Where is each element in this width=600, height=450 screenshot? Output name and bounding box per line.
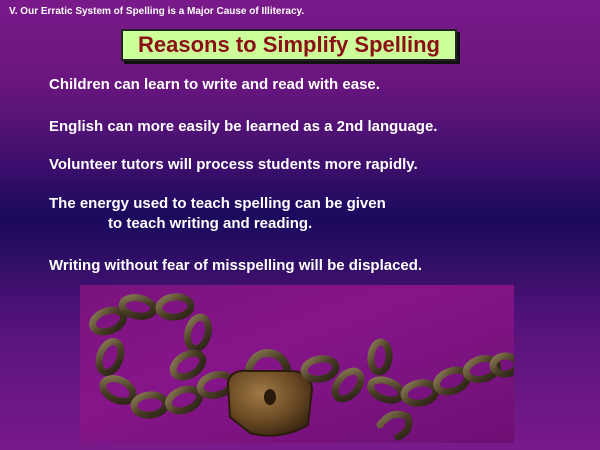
title-box: Reasons to Simplify Spelling [121,29,457,61]
reason-item-2: English can more easily be learned as a … [49,118,437,135]
reason-text: Writing without fear of misspelling will… [49,257,423,274]
reason-item-1: Children can learn to write and read wit… [49,76,380,93]
reason-text: Volunteer tutors will process students m… [49,156,418,173]
reason-text: The energy used to teach spelling can be… [49,195,386,212]
chain-and-padlock-icon [89,293,514,441]
reason-item-4: The energy used to teach spelling can be… [49,194,386,234]
reason-text: English can more easily be learned as a … [49,118,438,135]
slide-title: Reasons to Simplify Spelling [138,32,440,57]
reason-item-5: Writing without fear of misspelling will… [49,257,422,274]
slide: V. Our Erratic System of Spelling is a M… [0,0,600,450]
reason-text: Children can learn to write and read wit… [49,76,380,93]
reason-continuation: to teach writing and reading. [108,215,313,232]
reason-item-3: Volunteer tutors will process students m… [49,156,418,173]
slide-header: V. Our Erratic System of Spelling is a M… [9,6,305,17]
chain-and-padlock-image [80,285,514,443]
